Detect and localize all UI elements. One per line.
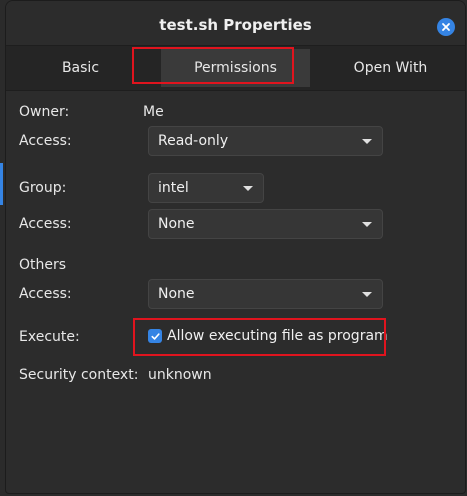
title-bar: test.sh Properties	[6, 1, 465, 49]
owner-access-value: Read-only	[158, 133, 229, 149]
properties-window: test.sh Properties Basic Permissions Ope…	[5, 0, 466, 494]
group-access-label: Access:	[19, 216, 72, 232]
group-access-dropdown[interactable]: None	[148, 209, 383, 239]
group-value: intel	[158, 180, 189, 196]
side-accent-bar	[0, 163, 3, 205]
tab-bar: Basic Permissions Open With	[6, 45, 465, 91]
tab-basic[interactable]: Basic	[6, 46, 155, 90]
tab-permissions[interactable]: Permissions	[161, 49, 310, 87]
execute-checkbox-row[interactable]: Allow executing file as program	[148, 328, 388, 344]
others-access-label: Access:	[19, 286, 72, 302]
group-dropdown[interactable]: intel	[148, 173, 264, 203]
chevron-down-icon	[362, 139, 372, 144]
execute-checkbox[interactable]	[148, 329, 162, 343]
group-access-value: None	[158, 216, 195, 232]
owner-access-label: Access:	[19, 133, 72, 149]
security-context-value: unknown	[148, 367, 212, 383]
tab-open-with[interactable]: Open With	[316, 46, 465, 90]
others-access-value: None	[158, 286, 195, 302]
others-access-dropdown[interactable]: None	[148, 279, 383, 309]
others-label: Others	[19, 257, 67, 273]
group-label: Group:	[19, 180, 67, 196]
window-title: test.sh Properties	[159, 16, 312, 34]
chevron-down-icon	[243, 186, 253, 191]
check-icon	[150, 332, 160, 340]
chevron-down-icon	[362, 222, 372, 227]
owner-access-dropdown[interactable]: Read-only	[148, 126, 383, 156]
owner-value: Me	[143, 104, 164, 120]
close-icon	[442, 23, 450, 31]
execute-label: Execute:	[19, 329, 80, 345]
security-context-label: Security context:	[19, 367, 139, 383]
chevron-down-icon	[362, 292, 372, 297]
execute-checkbox-label[interactable]: Allow executing file as program	[167, 328, 388, 344]
close-button[interactable]	[437, 18, 455, 36]
owner-label: Owner:	[19, 104, 70, 120]
